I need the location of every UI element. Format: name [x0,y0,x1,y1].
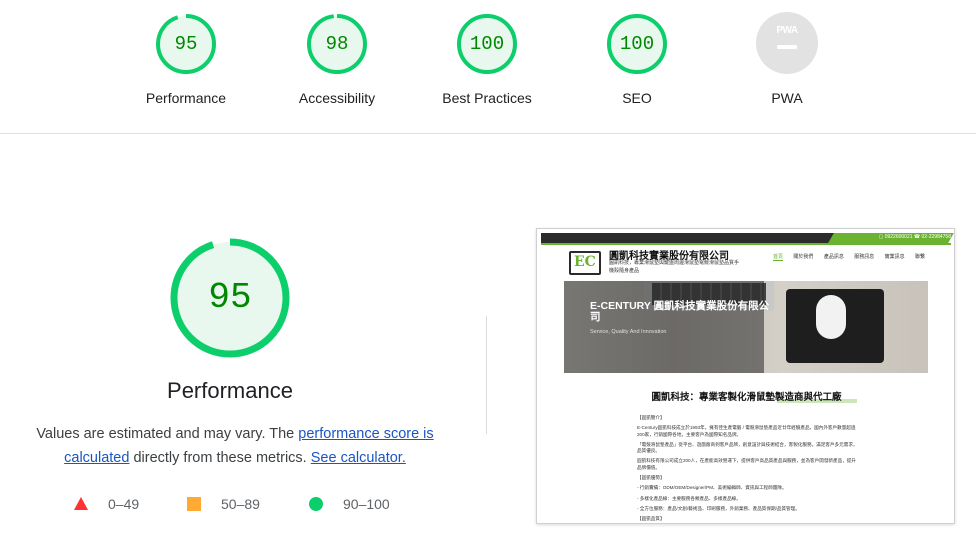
gauge-ring: 100 [455,12,519,76]
site-paragraph: 【圓凱優勢】 [637,475,665,481]
site-topbar: ▢ 0922600021 ☎ 02-22984758 [541,233,954,243]
site-paragraph: 【圓凱品質】 [637,516,665,522]
site-headline: 圓凱科技：專業客製化滑鼠墊製造商與代工廠 [651,392,842,403]
site-nav-item: 聯繫 [915,254,926,260]
gauge-score: 95 [174,33,198,55]
performance-summary: 95 Performance [0,236,460,404]
category-scores-header: 95 Performance 98 Accessibility 100 Best… [0,0,976,134]
legend-range: 50–89 [221,496,260,512]
site-paragraph: 圓凱科技有限公司成立200人，在產能高效營運下，提供客戶高品質產品與服務，並為客… [637,458,856,470]
legend-range: 0–49 [108,496,140,512]
hero-subtitle: Service, Quality And Innovation [590,329,667,335]
site-logo-text: EC [574,254,596,270]
site-nav-item: 首頁 [773,254,784,261]
site-company-sub: 圓凱科技，專業滑鼠墊與鍵盤周邊滑鼠墊電競滑鼠墊品質手機殼隨身產品 [609,260,740,274]
final-screenshot-thumbnail[interactable]: ▢ 0922600021 ☎ 02-22984758 EC 圓凱科技實業股份有限… [536,228,955,524]
vertical-divider [486,316,487,434]
desc-text: Values are estimated and may vary. The [36,426,299,442]
gauge-score: 98 [325,33,349,55]
performance-gauge: 95 [168,236,292,360]
site-paragraph: 「電競滑鼠墊產品」從平台、遊戲廠商到客戶品牌，創意設計與技術結合，客製化服務，滿… [637,441,858,454]
gauge-accessibility[interactable]: 98 Accessibility [262,12,412,106]
site-paragraph: - 全方位服務：產品/文創/藝術品、印刷服務，外銷業務、產品質保期/品質管理。 [637,505,800,511]
gauge-label: PWA [771,90,803,106]
site-paragraph: - 行銷實績：ODM/OEM/Designer/PM、美術編輯師、資訊與工程師團… [637,485,787,491]
site-body-text: 【圓凱簡介】 E-Century圓凱科技成立於1993年，擁有佳生產電腦 / 電… [637,415,859,523]
site-hero-banner: E-CENTURY 圓凱科技實業股份有限公司 Service, Quality … [564,281,928,373]
gauge-label: SEO [622,90,652,106]
gauge-label: Accessibility [298,90,376,106]
score-legend: 0–49 50–89 90–100 [70,494,410,514]
site-contact: ▢ 0922600021 ☎ 02-22984758 [878,234,951,240]
gauge-ring: 98 [305,12,369,76]
mouse-image [816,295,846,339]
gauge-performance[interactable]: 95 Performance [111,12,261,106]
gauge-ring: 100 [605,12,669,76]
site-nav-item: 關於我們 [793,254,814,260]
pwa-badge-icon: PWA [756,12,818,74]
gauge-pwa[interactable]: PWA PWA [712,12,862,106]
performance-description: Values are estimated and may vary. The p… [20,422,450,470]
performance-title: Performance [167,378,293,403]
site-paragraph: 【圓凱簡介】 [637,415,665,420]
site-logo: EC [569,251,601,275]
topbar-dark [541,233,871,243]
hero-title: E-CENTURY 圓凱科技實業股份有限公司 [590,300,770,323]
pwa-badge-text: PWA [776,25,798,36]
square-icon [187,497,201,511]
performance-score: 95 [208,277,252,318]
pwa-dash-icon [777,45,797,49]
gauge-label: Best Practices [442,90,532,106]
site-paragraph: - 多樣化產品線：主要服務各類產品、多樣產品線。 [637,495,741,501]
legend-range: 90–100 [343,496,390,512]
gauge-ring: 95 [154,12,218,76]
triangle-icon [74,497,88,510]
gauge-score: 100 [619,33,655,55]
site-nav-item: 產品訊息 [823,254,844,260]
site-nav: 首頁 關於我們 產品訊息 服務訊息 實業訊息 聯繫 [773,253,934,261]
circle-icon [309,497,323,511]
desc-text: directly from these metrics. [129,450,311,466]
site-nav-item: 服務訊息 [854,254,875,260]
gauge-label: Performance [145,90,227,106]
site-paragraph: E-Century圓凱科技成立於1993年，擁有佳生產電腦 / 電競滑鼠墊產品近… [637,425,856,437]
gauge-best-practices[interactable]: 100 Best Practices [412,12,562,106]
hero-overlay [564,281,764,373]
site-green-line [541,243,951,245]
gauge-score: 100 [469,33,505,55]
see-calculator-link[interactable]: See calculator. [311,450,406,466]
gauge-seo[interactable]: 100 SEO [562,12,712,106]
site-nav-item: 實業訊息 [884,254,905,260]
